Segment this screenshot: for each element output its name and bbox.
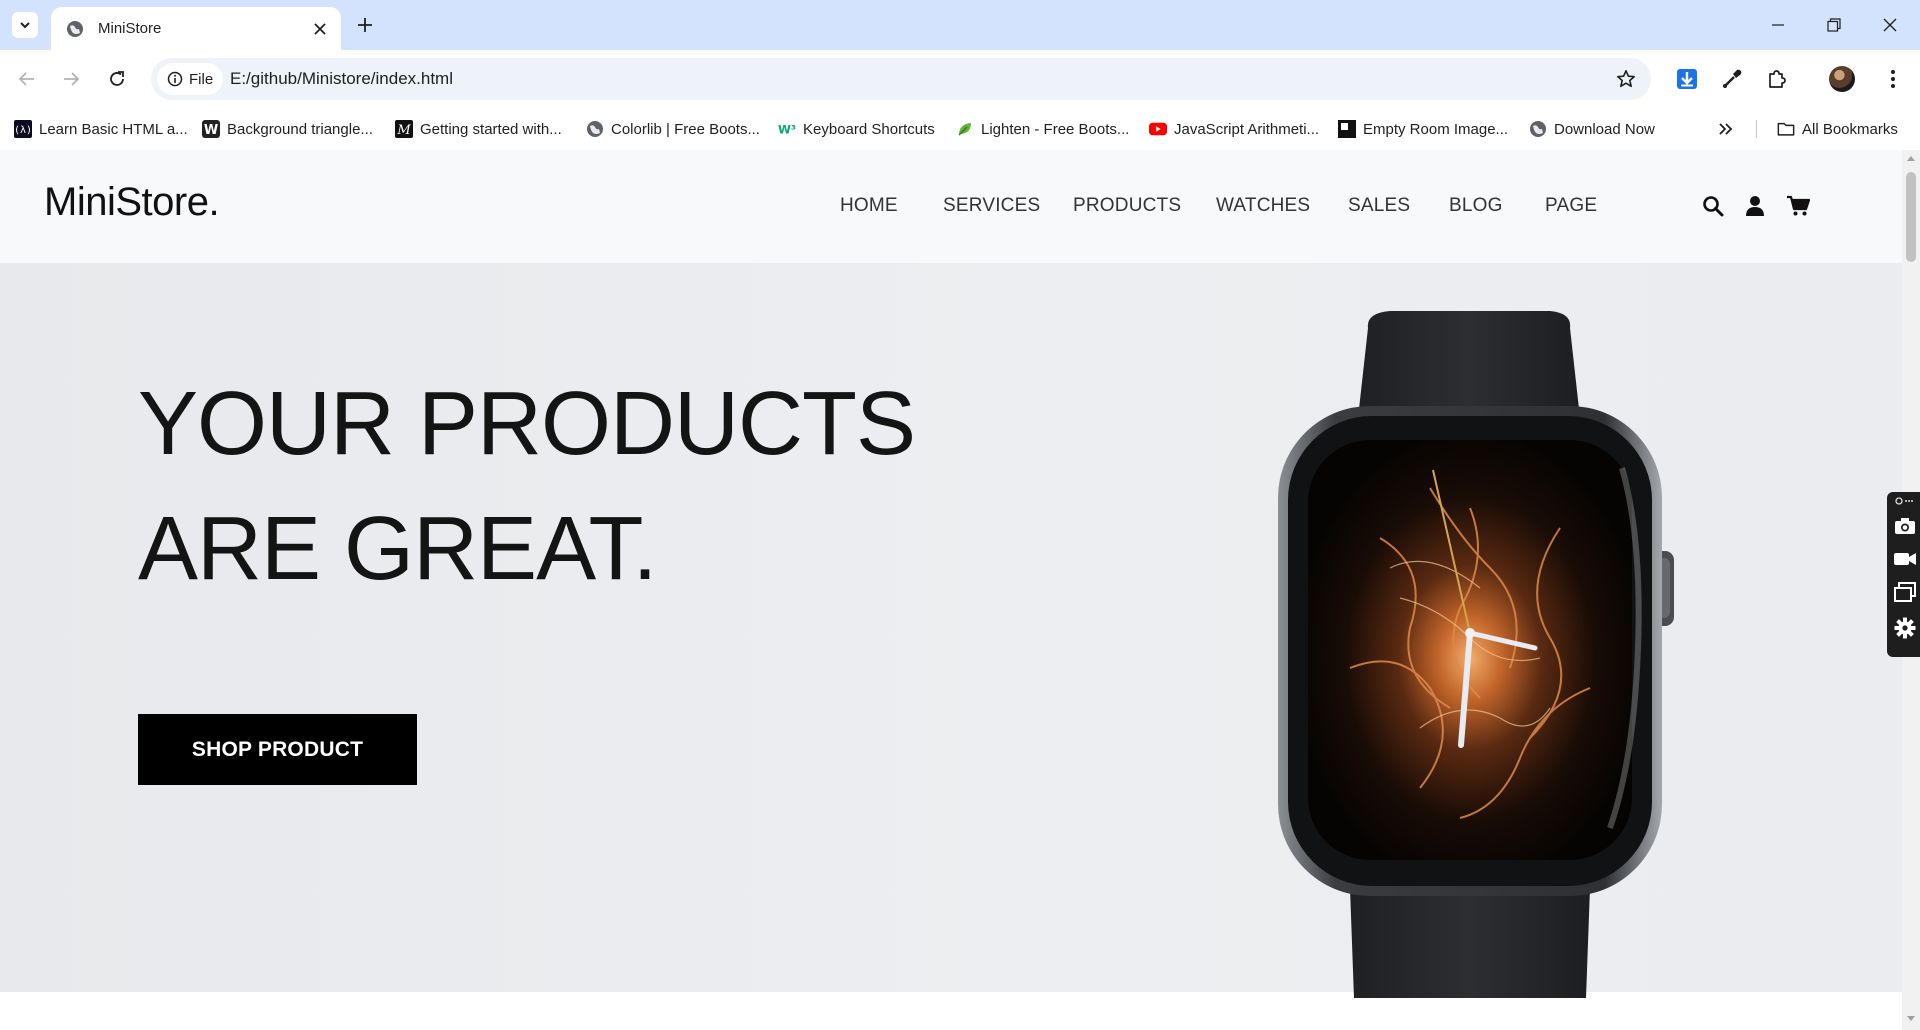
reload-icon bbox=[110, 71, 124, 86]
nav-products[interactable]: PRODUCTS bbox=[1073, 195, 1181, 217]
leaf-icon bbox=[956, 120, 974, 138]
bookmarks-divider bbox=[1756, 120, 1757, 138]
url-text[interactable]: E:/github/Ministore/index.html bbox=[230, 69, 453, 89]
hero-section: YOUR PRODUCTS ARE GREAT. SHOP PRODUCT bbox=[0, 263, 1902, 998]
hero-title-line-2: ARE GREAT. bbox=[138, 499, 657, 599]
svg-text:W: W bbox=[204, 123, 218, 138]
site-header: MiniStore. HOME SERVICES PRODUCTS WATCHE… bbox=[0, 150, 1902, 263]
tab-strip: MiniStore bbox=[0, 0, 1920, 50]
download-icon bbox=[1677, 69, 1697, 89]
bookmark-item[interactable]: M Getting started with... bbox=[395, 118, 562, 140]
reload-button[interactable] bbox=[101, 63, 133, 95]
shop-product-button[interactable]: SHOP PRODUCT bbox=[138, 714, 417, 785]
site-chip-label: File bbox=[189, 70, 214, 88]
user-icon[interactable] bbox=[1743, 194, 1767, 218]
window-capture-icon[interactable] bbox=[1893, 580, 1917, 604]
image-icon bbox=[1338, 120, 1356, 138]
video-camera-icon[interactable] bbox=[1893, 547, 1917, 571]
bookmark-item[interactable]: W Background triangle... bbox=[202, 118, 373, 140]
w3-icon: W³ bbox=[778, 120, 796, 138]
bookmark-item[interactable]: Download Now bbox=[1529, 118, 1655, 140]
nav-sales[interactable]: SALES bbox=[1348, 195, 1410, 217]
cart-icon[interactable] bbox=[1786, 194, 1810, 218]
globe-icon bbox=[1529, 120, 1547, 138]
globe-icon bbox=[65, 19, 85, 39]
tab-close-button[interactable] bbox=[307, 16, 333, 42]
folder-icon bbox=[1777, 120, 1795, 138]
browser-toolbar: File E:/github/Ministore/index.html bbox=[0, 50, 1920, 108]
tab-title: MiniStore bbox=[98, 20, 162, 37]
arrow-left-icon bbox=[18, 72, 34, 86]
smartwatch-image bbox=[1278, 311, 1674, 998]
pin-icon[interactable] bbox=[1893, 494, 1917, 508]
hero-title-line-1: YOUR PRODUCTS bbox=[138, 374, 916, 474]
bookmark-item[interactable]: Colorlib | Free Boots... bbox=[586, 118, 760, 140]
download-extension-button[interactable] bbox=[1672, 64, 1702, 94]
svg-text:W³: W³ bbox=[778, 123, 796, 137]
close-icon bbox=[314, 22, 326, 35]
close-icon bbox=[1883, 18, 1897, 32]
active-tab[interactable]: MiniStore bbox=[51, 7, 341, 50]
bookmark-item[interactable]: JavaScript Arithmeti... bbox=[1149, 118, 1319, 140]
close-window-button[interactable] bbox=[1862, 0, 1918, 50]
restore-icon bbox=[1827, 18, 1841, 32]
info-icon bbox=[167, 71, 183, 87]
minimize-icon bbox=[1772, 24, 1784, 26]
star-icon bbox=[1617, 70, 1635, 88]
restore-button[interactable] bbox=[1806, 0, 1862, 50]
bookmark-item[interactable]: Empty Room Image... bbox=[1338, 118, 1508, 140]
capture-toolbar bbox=[1887, 492, 1920, 657]
page-viewport: MiniStore. HOME SERVICES PRODUCTS WATCHE… bbox=[0, 150, 1902, 1030]
gear-icon[interactable] bbox=[1893, 616, 1917, 640]
m-icon: M bbox=[395, 120, 413, 138]
extensions-button[interactable] bbox=[1762, 64, 1792, 94]
nav-watches[interactable]: WATCHES bbox=[1216, 195, 1310, 217]
arrow-right-icon bbox=[64, 72, 80, 86]
svg-text:M: M bbox=[396, 123, 411, 138]
eyedropper-extension-button[interactable] bbox=[1717, 64, 1747, 94]
double-chevron-right-icon bbox=[1719, 123, 1733, 135]
scroll-down-arrow[interactable] bbox=[1907, 1016, 1915, 1021]
bookmarks-overflow-button[interactable] bbox=[1718, 118, 1734, 140]
profile-avatar[interactable] bbox=[1829, 66, 1855, 92]
svg-text:(λ): (λ) bbox=[14, 125, 32, 136]
nav-home[interactable]: HOME bbox=[840, 195, 898, 217]
tab-search-button[interactable] bbox=[12, 12, 38, 38]
eyedropper-icon bbox=[1723, 69, 1742, 88]
bookmark-item[interactable]: Lighten - Free Boots... bbox=[956, 118, 1129, 140]
all-bookmarks-button[interactable]: All Bookmarks bbox=[1777, 118, 1898, 140]
site-logo[interactable]: MiniStore. bbox=[44, 180, 220, 225]
globe-icon bbox=[586, 120, 604, 138]
bookmark-item[interactable]: (λ) Learn Basic HTML a... bbox=[14, 118, 188, 140]
back-button[interactable] bbox=[11, 63, 43, 95]
camera-icon[interactable] bbox=[1893, 514, 1917, 538]
scrollbar-thumb[interactable] bbox=[1906, 172, 1916, 262]
chevron-down-icon bbox=[20, 22, 30, 29]
bookmark-item[interactable]: W³ Keyboard Shortcuts bbox=[778, 118, 935, 140]
w-icon: W bbox=[202, 120, 220, 138]
site-info-chip[interactable]: File bbox=[157, 63, 223, 95]
plus-icon bbox=[358, 18, 372, 32]
code-icon: (λ) bbox=[14, 120, 32, 138]
forward-button[interactable] bbox=[55, 63, 87, 95]
nav-blog[interactable]: BLOG bbox=[1449, 195, 1503, 217]
minimize-button[interactable] bbox=[1750, 0, 1806, 50]
nav-page[interactable]: PAGE bbox=[1545, 195, 1597, 217]
address-bar[interactable]: File E:/github/Ministore/index.html bbox=[151, 58, 1651, 100]
browser-menu-button[interactable] bbox=[1878, 64, 1908, 94]
more-vertical-icon bbox=[1891, 70, 1895, 88]
bookmark-star-button[interactable] bbox=[1613, 66, 1639, 92]
puzzle-icon bbox=[1769, 70, 1786, 88]
bookmarks-bar: (λ) Learn Basic HTML a... W Background t… bbox=[0, 108, 1920, 150]
search-icon[interactable] bbox=[1701, 194, 1725, 218]
nav-services[interactable]: SERVICES bbox=[943, 195, 1040, 217]
youtube-icon bbox=[1149, 120, 1167, 138]
new-tab-button[interactable] bbox=[351, 11, 379, 39]
scroll-up-arrow[interactable] bbox=[1907, 156, 1915, 161]
